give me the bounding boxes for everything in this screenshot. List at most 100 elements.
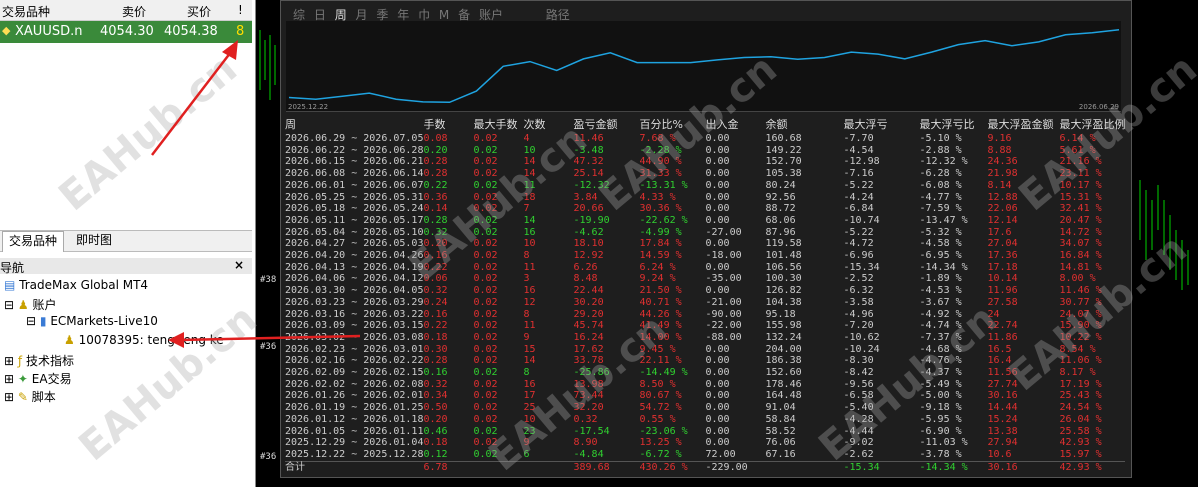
tab-period[interactable]: 季: [376, 8, 388, 22]
column-header[interactable]: 最大浮盈比例: [1059, 117, 1125, 133]
table-row[interactable]: 2026.01.26 ~ 2026.02.01 0.34 0.02 17 73.44 80…: [285, 390, 1125, 402]
column-header[interactable]: 余额: [765, 117, 843, 133]
tab-period[interactable]: 周: [335, 8, 347, 22]
table-row[interactable]: 2025.12.22 ~ 2025.12.28 0.12 0.02 6 -4.84 -6.…: [285, 449, 1125, 461]
tree-experts-label: EA交易: [31, 372, 72, 386]
table-cell: 14.44: [987, 402, 1018, 414]
table-row[interactable]: 2026.03.23 ~ 2026.03.29 0.24 0.02 12 30.20 40…: [285, 297, 1125, 309]
tree-server[interactable]: ⊟ ▮ ECMarkets-Live10: [26, 314, 158, 328]
tree-experts[interactable]: ⊞ ✦ EA交易: [4, 370, 72, 387]
table-row[interactable]: 2026.01.12 ~ 2026.01.18 0.20 0.02 10 0.32 0.5…: [285, 414, 1125, 426]
table-row[interactable]: 2026.05.25 ~ 2026.05.31 0.36 0.02 18 3.84 4.3…: [285, 192, 1125, 204]
table-row[interactable]: 2026.06.29 ~ 2026.07.05 0.08 0.02 4 11.46 7.6…: [285, 133, 1125, 145]
table-cell: -5.32 %: [919, 226, 962, 238]
table-row[interactable]: 2026.06.15 ~ 2026.06.21 0.28 0.02 14 47.32 44…: [285, 156, 1125, 168]
table-row[interactable]: 2026.06.01 ~ 2026.06.07 0.22 0.02 11 -12.32 -…: [285, 180, 1125, 192]
table-row[interactable]: 2026.03.30 ~ 2026.04.05 0.32 0.02 16 22.44 21…: [285, 285, 1125, 297]
table-row[interactable]: 2026.02.09 ~ 2026.02.15 0.16 0.02 8 -25.86 -1…: [285, 367, 1125, 379]
tree-indicators[interactable]: ⊞ ƒ 技术指标: [4, 352, 74, 369]
column-header[interactable]: 次数: [523, 117, 573, 133]
column-header[interactable]: 最大手数: [473, 117, 523, 133]
table-cell: -6.08 %: [919, 179, 962, 191]
table-row[interactable]: 2026.04.20 ~ 2026.04.26 0.16 0.02 8 12.92 14.…: [285, 250, 1125, 262]
table-cell: 0.46: [423, 425, 448, 437]
table-row[interactable]: 2026.01.19 ~ 2026.01.25 0.50 0.02 25 32.20 54…: [285, 402, 1125, 414]
tab-tick-chart[interactable]: 即时图: [70, 231, 118, 251]
col-bid-header[interactable]: 卖价: [122, 3, 146, 20]
tab-symbols[interactable]: 交易品种: [2, 231, 65, 252]
table-cell: 6.14 %: [1059, 133, 1096, 144]
tab-period[interactable]: 年: [397, 8, 409, 22]
tree-account-item[interactable]: ♟ 10078395: teng teng ke: [64, 333, 224, 347]
tab-period[interactable]: 账户: [479, 8, 503, 22]
tree-root[interactable]: ▤ TradeMax Global MT4: [4, 278, 148, 292]
col-spread-header[interactable]: !: [238, 3, 243, 17]
col-symbol-header[interactable]: 交易品种: [2, 3, 50, 20]
tab-period[interactable]: M: [439, 8, 449, 22]
table-cell: -2.52: [843, 273, 874, 285]
table-row[interactable]: 2026.04.13 ~ 2026.04.19 0.22 0.02 11 6.26 6.2…: [285, 262, 1125, 274]
column-header[interactable]: 最大浮盈金额: [987, 117, 1059, 133]
table-cell: -5.22: [843, 226, 874, 238]
expand-icon[interactable]: ⊞: [4, 390, 14, 404]
tab-path[interactable]: 路径: [546, 8, 570, 22]
table-cell: -4.77 %: [919, 191, 962, 203]
table-row[interactable]: 2026.05.11 ~ 2026.05.17 0.28 0.02 14 -19.90 -…: [285, 215, 1125, 227]
column-header[interactable]: 最大浮亏: [843, 117, 919, 133]
table-row[interactable]: 2026.06.08 ~ 2026.06.14 0.28 0.02 14 25.14 31…: [285, 168, 1125, 180]
table-cell: 0.02: [473, 367, 498, 379]
table-row[interactable]: 2026.03.02 ~ 2026.03.08 0.18 0.02 9 16.24 14.…: [285, 332, 1125, 344]
column-header[interactable]: 盈亏金额: [573, 117, 639, 133]
tab-period[interactable]: 月: [356, 8, 368, 22]
tree-scripts-label: 脚本: [31, 390, 56, 404]
symbol-row[interactable]: ◆ XAUUSD.n 4054.30 4054.38 8: [0, 21, 252, 43]
table-row[interactable]: 2026.06.22 ~ 2026.06.28 0.20 0.02 10 -3.48 -2…: [285, 145, 1125, 157]
table-cell: 27.94: [987, 437, 1018, 449]
table-cell: 101.48: [765, 250, 802, 262]
collapse-icon[interactable]: ⊟: [26, 314, 36, 328]
expand-icon[interactable]: ⊞: [4, 354, 14, 368]
table-cell: 27.74: [987, 378, 1018, 390]
column-header[interactable]: 手数: [423, 117, 473, 133]
table-row[interactable]: 2026.01.05 ~ 2026.01.11 0.46 0.02 23 -17.54 -…: [285, 426, 1125, 438]
table-row[interactable]: 2026.02.02 ~ 2026.02.08 0.32 0.02 16 13.98 8.…: [285, 379, 1125, 391]
column-header[interactable]: 周: [285, 117, 423, 133]
total-row[interactable]: 合计 6.78 389.68 430.26 % -229.00 -15.34 -14.34 …: [285, 460, 1126, 474]
table-cell: 430.26 %: [639, 460, 706, 474]
table-cell: 0.28: [423, 355, 448, 367]
tab-period[interactable]: 巾: [418, 8, 430, 22]
table-row[interactable]: 2026.04.27 ~ 2026.05.03 0.20 0.02 10 18.10 17…: [285, 238, 1125, 250]
table-row[interactable]: 2026.02.23 ~ 2026.03.01 0.30 0.02 15 17.62 9.…: [285, 344, 1125, 356]
table-row[interactable]: 2025.12.29 ~ 2026.01.04 0.18 0.02 9 8.90 13.2…: [285, 437, 1125, 449]
tab-period[interactable]: 备: [458, 8, 470, 22]
symbol-name: XAUUSD.n: [15, 24, 83, 39]
table-cell: 0.02: [473, 273, 498, 285]
close-icon[interactable]: ×: [234, 258, 244, 272]
column-header[interactable]: 出入金: [705, 117, 765, 133]
collapse-icon[interactable]: ⊟: [4, 298, 14, 312]
table-cell: -25.86: [573, 367, 610, 379]
table-row[interactable]: 2026.03.16 ~ 2026.03.22 0.16 0.02 8 29.20 44.…: [285, 309, 1125, 321]
expand-icon[interactable]: ⊞: [4, 372, 14, 386]
col-ask-header[interactable]: 买价: [187, 3, 211, 20]
table-row[interactable]: 2026.05.04 ~ 2026.05.10 0.32 0.02 16 -4.62 -4…: [285, 227, 1125, 239]
table-row[interactable]: 2026.04.06 ~ 2026.04.12 0.06 0.02 3 8.48 9.24…: [285, 273, 1125, 285]
column-header[interactable]: 最大浮亏比: [919, 117, 987, 133]
table-row[interactable]: 2026.02.16 ~ 2026.02.22 0.28 0.02 14 33.78 22…: [285, 355, 1125, 367]
tree-accounts[interactable]: ⊟ ♟ 账户: [4, 296, 57, 313]
table-cell: 2026.06.22 ~ 2026.06.28: [285, 144, 424, 156]
table-cell: 16: [523, 226, 536, 238]
table-cell: 30.36 %: [639, 203, 682, 215]
table-cell: -2.62: [843, 448, 874, 460]
table-row[interactable]: 2026.05.18 ~ 2026.05.24 0.14 0.02 7 20.66 30.…: [285, 203, 1125, 215]
tab-period[interactable]: 日: [314, 8, 326, 22]
table-cell: 88.72: [765, 203, 796, 215]
table-row[interactable]: 2026.03.09 ~ 2026.03.15 0.22 0.02 11 45.74 41…: [285, 320, 1125, 332]
weekly-report-table: 周手数 最大手数 次数 盈亏金额 百分比% 出入金 余额 最大浮亏 最大浮亏比 最大浮盈金额 最大浮…: [285, 117, 1126, 474]
tree-scripts[interactable]: ⊞ ✎ 脚本: [4, 388, 56, 405]
table-cell: 15.31 %: [1059, 191, 1102, 203]
table-cell: 0.32: [423, 226, 448, 238]
tab-period[interactable]: 综: [293, 8, 305, 22]
table-cell: 2026.04.13 ~ 2026.04.19: [285, 261, 424, 273]
column-header[interactable]: 百分比%: [639, 117, 705, 133]
